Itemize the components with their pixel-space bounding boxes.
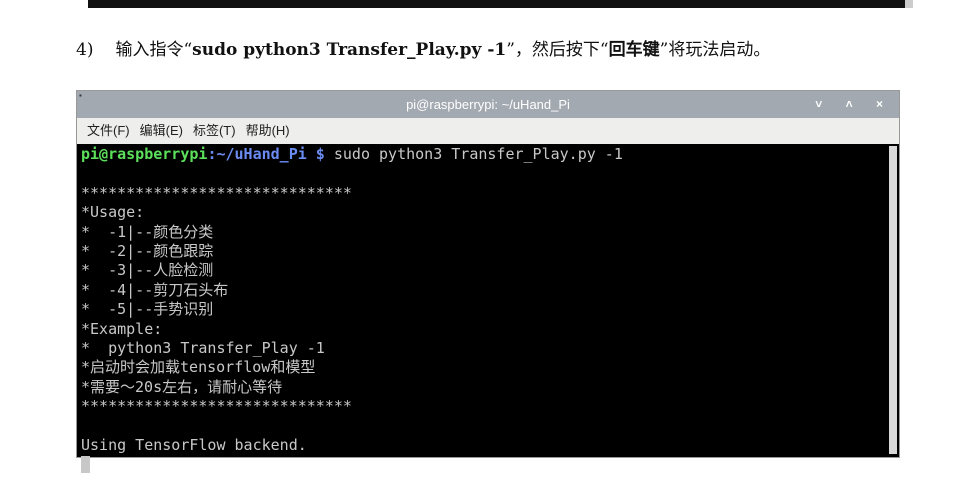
scrollbar-edge [905,0,913,8]
output-line: * -4|--剪刀石头布 [81,280,229,299]
output-line: *Usage: [81,203,145,222]
menu-edit[interactable]: 编辑(E) [140,123,183,138]
prompt-path: :~/uHand_Pi $ [207,145,325,163]
menu-file[interactable]: 文件(F) [87,123,130,138]
output-line: * -2|--颜色跟踪 [81,242,214,261]
instr-key: 回车键 [608,40,660,60]
output-line: *需要～20s左右，请耐心等待 [81,377,283,396]
step-number: 4) [76,40,94,60]
prompt-user: pi@raspberrypi [81,145,208,163]
command-text: sudo python3 Transfer_Play.py -1 [324,145,623,163]
output-line: * -5|--手势识别 [81,300,214,319]
scrollbar[interactable] [889,146,897,454]
window-controls[interactable]: ˅ ˄ × [815,91,893,118]
output-line: Using TensorFlow backend. [81,436,307,455]
output-line: * python3 Transfer_Play -1 [81,339,325,358]
instr-command: sudo python3 Transfer_Play.py -1 [192,40,507,60]
instr-text: ”，然后按下“ [506,40,609,60]
cursor-line [81,455,899,474]
text-cursor [81,456,90,474]
instr-text: ”将玩法启动。 [659,40,771,60]
output-line: ****************************** [81,183,352,202]
prompt-line: pi@raspberrypi:~/uHand_Pi $ sudo python3… [81,145,899,164]
output-line: * -1|--颜色分类 [81,222,214,241]
instruction-step: 4) 输入指令“sudo python3 Transfer_Play.py -1”… [76,35,770,60]
instr-text: 输入指令“ [115,40,193,60]
title-bar[interactable]: ▪ pi@raspberrypi: ~/uHand_Pi ˅ ˄ × [77,91,899,118]
output-line: ****************************** [81,397,352,416]
terminal-output[interactable]: pi@raspberrypi:~/uHand_Pi $ sudo python3… [77,144,899,474]
terminal-window: ▪ pi@raspberrypi: ~/uHand_Pi ˅ ˄ × 文件(F)… [76,90,900,474]
menu-help[interactable]: 帮助(H) [246,123,290,138]
menu-tabs[interactable]: 标签(T) [193,123,236,138]
window-title: pi@raspberrypi: ~/uHand_Pi [406,97,570,112]
output-line: *启动时会加载tensorflow和模型 [81,358,316,377]
menu-bar: 文件(F) 编辑(E) 标签(T) 帮助(H) [77,118,899,144]
output-line: *Example: [81,319,163,338]
window-icon: ▪ [79,91,82,100]
previous-screenshot-edge [88,0,905,8]
output-line: * -3|--人脸检测 [81,261,214,280]
